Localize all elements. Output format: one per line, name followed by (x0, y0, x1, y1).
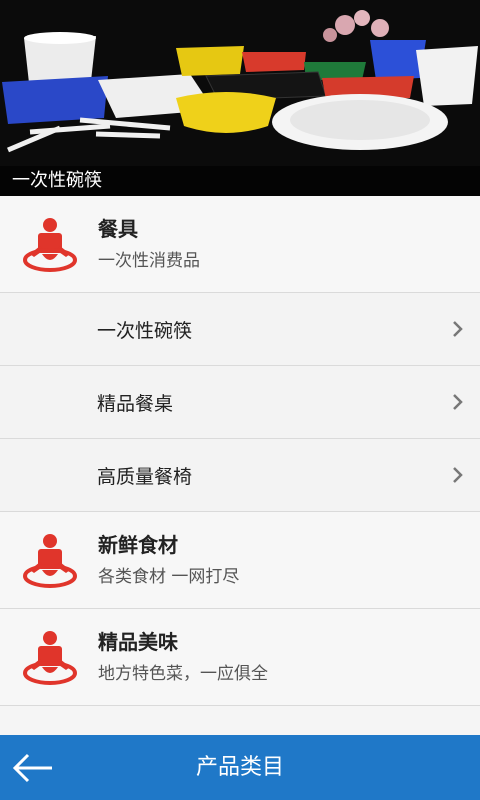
category-title: 餐具 (98, 217, 138, 241)
chevron-right-icon (453, 321, 463, 337)
banner-caption: 一次性碗筷 (0, 166, 480, 196)
category-title: 新鲜食材 (98, 533, 178, 557)
page-title: 产品类目 (195, 755, 284, 780)
subcategory-item-dining-chairs[interactable]: 高质量餐椅 (0, 439, 480, 512)
subcategory-item-dining-tables[interactable]: 精品餐桌 (0, 366, 480, 439)
category-local-cuisine[interactable]: 精品美味 地方特色菜，一应俱全 (0, 609, 480, 706)
chevron-right-icon (453, 394, 463, 410)
baby-icon (23, 218, 77, 272)
baby-icon (23, 631, 77, 685)
category-tableware[interactable]: 餐具 一次性消费品 (0, 196, 480, 293)
bottom-nav-bar: 产品类目 (0, 735, 480, 800)
baby-icon (23, 534, 77, 588)
category-list: 餐具 一次性消费品 一次性碗筷 精品餐桌 高质量餐椅 新鲜食材 各类食材 一网打… (0, 196, 480, 706)
subcategory-label: 高质量餐椅 (97, 465, 193, 488)
category-subtitle: 一次性消费品 (98, 251, 200, 271)
subcategory-item-disposable-bowls[interactable]: 一次性碗筷 (0, 293, 480, 366)
category-subtitle: 各类食材 一网打尽 (98, 567, 240, 587)
subcategory-label: 精品餐桌 (97, 392, 174, 415)
chevron-right-icon (453, 467, 463, 483)
category-fresh-food[interactable]: 新鲜食材 各类食材 一网打尽 (0, 512, 480, 609)
category-subtitle: 地方特色菜，一应俱全 (98, 664, 268, 684)
category-title: 精品美味 (98, 630, 178, 654)
banner[interactable]: 一次性碗筷 (0, 0, 480, 196)
subcategory-label: 一次性碗筷 (97, 319, 193, 342)
